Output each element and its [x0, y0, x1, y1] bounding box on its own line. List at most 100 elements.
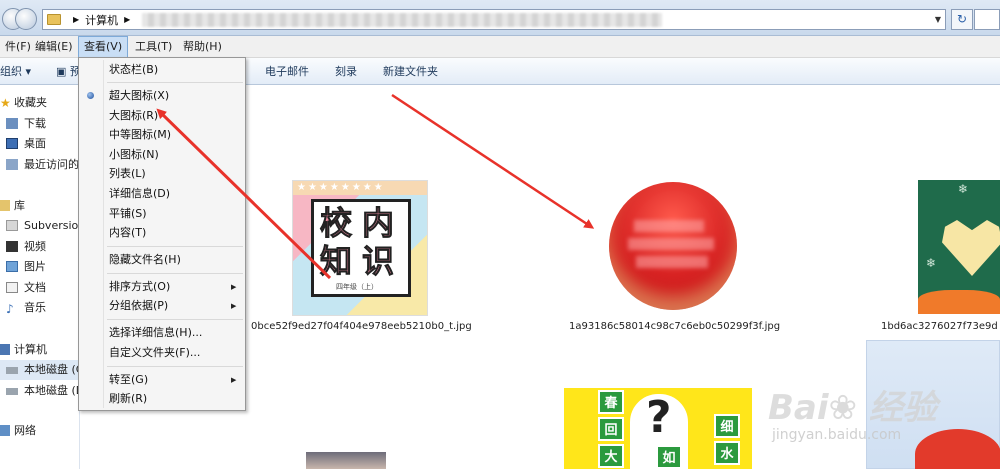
- menu-item-refresh[interactable]: 刷新(R): [109, 390, 147, 408]
- menu-help[interactable]: 帮助(H): [178, 36, 227, 58]
- file-thumbnail-5[interactable]: [306, 452, 386, 469]
- blurred-text: [636, 256, 708, 268]
- grid-cell: 春: [598, 390, 624, 414]
- sidebar-item-videos[interactable]: 视频: [0, 237, 80, 257]
- menu-item-medium-icons[interactable]: 中等图标(M): [109, 126, 171, 144]
- menu-item-go-to[interactable]: 转至(G): [109, 371, 148, 389]
- sidebar-item-documents[interactable]: 文档: [0, 278, 80, 298]
- menu-item-choose-details[interactable]: 选择详细信息(H)...: [109, 324, 202, 342]
- organize-button[interactable]: 组织 ▾: [0, 58, 31, 85]
- address-dropdown-icon[interactable]: ▼: [935, 15, 941, 24]
- sidebar-item-label: 音乐: [24, 301, 46, 314]
- watermark-brand-cn: 经验: [868, 388, 937, 428]
- network-icon: [0, 425, 10, 436]
- menu-item-tiles[interactable]: 平铺(S): [109, 205, 147, 223]
- recent-places-icon: [6, 159, 18, 170]
- subversion-icon: [6, 220, 18, 231]
- burn-button[interactable]: 刻录: [335, 58, 357, 85]
- sidebar-item-disk-d[interactable]: 本地磁盘 (D: [0, 381, 80, 401]
- sidebar-item-computer[interactable]: 计算机: [0, 340, 80, 360]
- address-input[interactable]: ▶ 计算机 ▶ ▼: [42, 9, 946, 30]
- baidu-watermark: Bai❀ 经验: [768, 380, 937, 429]
- sidebar-item-disk-c[interactable]: 本地磁盘 (C: [0, 360, 80, 380]
- watermark-brand: Bai: [768, 388, 829, 428]
- thumbnail-char: 知: [319, 242, 353, 280]
- menu-item-sort-by[interactable]: 排序方式(O): [109, 278, 170, 296]
- submenu-arrow-icon: ▶: [231, 283, 237, 291]
- menu-tools[interactable]: 工具(T): [130, 36, 177, 58]
- watermark-url: jingyan.baidu.com: [772, 427, 902, 443]
- heart-icon: [942, 220, 1000, 276]
- sidebar-item-label: Subversion: [24, 219, 80, 232]
- picture-icon: [6, 261, 18, 272]
- breadcrumb: ▶ 计算机 ▶: [67, 12, 663, 28]
- file-name-1[interactable]: 0bce52f9ed27f04f404e978eeb5210b0_t.jpg: [251, 321, 472, 332]
- thumbnail-char: 内: [361, 204, 395, 242]
- sidebar-item-label: 本地磁盘 (D: [24, 384, 80, 397]
- menu-edit[interactable]: 编辑(E): [30, 36, 78, 58]
- grid-cell: 水: [714, 441, 740, 465]
- address-bar-area: ▶ 计算机 ▶ ▼ ↻: [0, 0, 1000, 36]
- sidebar-item-downloads[interactable]: 下载: [0, 114, 80, 134]
- computer-icon: [0, 344, 10, 355]
- paw-icon: ❀: [828, 388, 858, 428]
- sidebar-item-label: 图片: [24, 260, 46, 273]
- organize-label: 组织: [0, 65, 22, 78]
- sidebar-item-subversion[interactable]: Subversion: [0, 216, 80, 236]
- menu-item-group-by[interactable]: 分组依据(P): [109, 297, 168, 315]
- menu-item-statusbar[interactable]: 状态栏(B): [109, 61, 158, 79]
- menu-item-large-icons[interactable]: 大图标(R): [109, 107, 158, 125]
- sidebar-item-label: 视频: [24, 240, 46, 253]
- menu-view[interactable]: 查看(V): [78, 36, 129, 58]
- submenu-arrow-icon: ▶: [231, 376, 237, 384]
- new-folder-button[interactable]: 新建文件夹: [383, 58, 438, 85]
- sidebar-item-label: 网络: [14, 424, 36, 437]
- menu-bar: 件(F) 编辑(E) 查看(V) 工具(T) 帮助(H): [0, 36, 1000, 58]
- sidebar-item-pictures[interactable]: 图片: [0, 257, 80, 277]
- file-thumbnail-4[interactable]: 春 回 大 ? 细 水 如: [564, 388, 752, 469]
- menu-item-small-icons[interactable]: 小图标(N): [109, 146, 159, 164]
- thumbnail-char: 校: [319, 204, 353, 242]
- stars-decoration-icon: ★★★★★★★★: [293, 181, 427, 195]
- thumbnail-frame: 校 内 知 识 四年级（上）: [311, 199, 411, 297]
- grid-cell: 细: [714, 414, 740, 438]
- menu-item-content[interactable]: 内容(T): [109, 224, 146, 242]
- menu-item-list[interactable]: 列表(L): [109, 165, 146, 183]
- file-name-3[interactable]: 1bd6ac3276027f73e9d: [881, 321, 998, 332]
- folder-icon: [47, 14, 61, 25]
- menu-separator: [107, 366, 243, 367]
- menu-separator: [107, 319, 243, 320]
- sidebar-item-libraries[interactable]: 库: [0, 196, 80, 216]
- sidebar-item-favorites[interactable]: ★ 收藏夹: [0, 93, 80, 113]
- desktop-icon: [6, 138, 18, 149]
- submenu-arrow-icon: ▶: [231, 302, 237, 310]
- breadcrumb-computer[interactable]: 计算机: [85, 12, 118, 28]
- file-thumbnail-2[interactable]: [606, 180, 740, 314]
- sidebar-item-label: 最近访问的: [24, 158, 79, 171]
- snowflake-icon: ❄: [958, 182, 969, 196]
- sidebar-item-recent[interactable]: 最近访问的: [0, 155, 80, 175]
- menu-item-extra-large-icons[interactable]: 超大图标(X): [109, 87, 169, 105]
- sidebar-item-label: 库: [14, 199, 25, 212]
- blurred-text: [634, 220, 704, 232]
- thumbnail-char: 识: [361, 242, 395, 280]
- menu-item-hide-filenames[interactable]: 隐藏文件名(H): [109, 251, 181, 269]
- menu-separator: [107, 273, 243, 274]
- sidebar-item-network[interactable]: 网络: [0, 421, 80, 441]
- file-thumbnail-1[interactable]: ★★★★★★★★ 校 内 知 识 四年级（上）: [292, 180, 428, 316]
- sidebar-item-music[interactable]: ♪ 音乐: [0, 298, 80, 318]
- sidebar-item-desktop[interactable]: 桌面: [0, 134, 80, 154]
- download-folder-icon: [6, 118, 18, 129]
- file-name-2[interactable]: 1a93186c58014c98c7c6eb0c50299f3f.jpg: [569, 321, 780, 332]
- menu-item-details[interactable]: 详细信息(D): [109, 185, 170, 203]
- forward-button[interactable]: [15, 8, 37, 30]
- blurred-path: [142, 12, 663, 27]
- refresh-button[interactable]: ↻: [951, 9, 973, 30]
- sidebar-item-label: 收藏夹: [14, 96, 47, 109]
- search-input[interactable]: [974, 9, 1000, 30]
- sidebar-item-label: 下载: [24, 117, 46, 130]
- view-menu-dropdown: 状态栏(B) 超大图标(X) 大图标(R) 中等图标(M) 小图标(N) 列表(…: [78, 57, 246, 411]
- email-button[interactable]: 电子邮件: [265, 58, 309, 85]
- file-thumbnail-3[interactable]: ❄ ❄: [918, 180, 1000, 314]
- menu-item-customize-folder[interactable]: 自定义文件夹(F)...: [109, 344, 200, 362]
